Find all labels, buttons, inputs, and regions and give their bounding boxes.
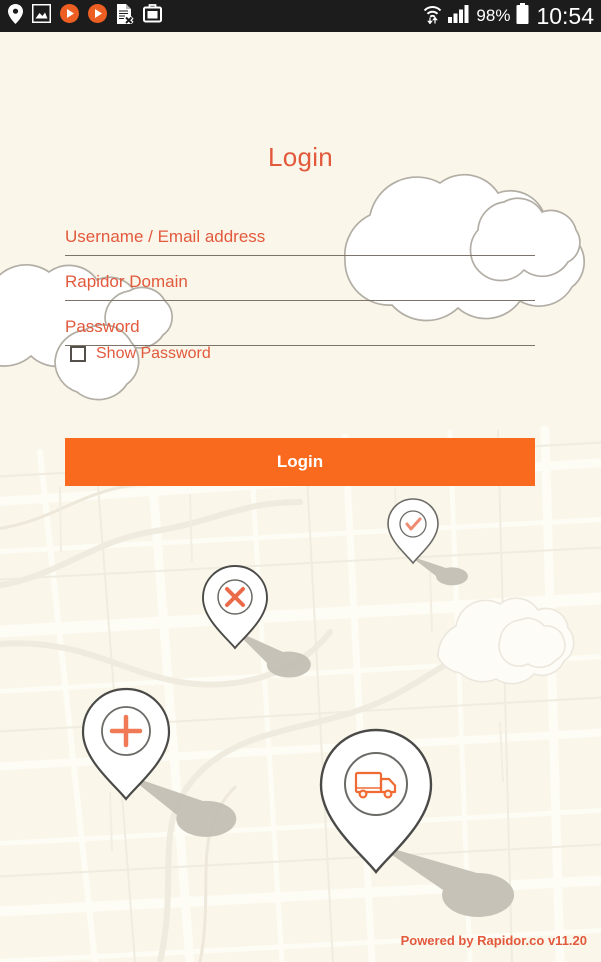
show-password-label: Show Password <box>96 345 211 362</box>
play-circle-icon <box>88 4 107 28</box>
username-input-label: Username / Email address <box>65 227 266 246</box>
play-circle-icon <box>60 4 79 28</box>
clock-label: 10:54 <box>536 2 594 29</box>
briefcase-icon <box>143 4 162 28</box>
field-password[interactable]: Password <box>65 300 535 346</box>
powered-by-label: Powered by Rapidor.co v11.20 <box>400 933 587 948</box>
battery-percent-label: 98% <box>476 6 511 25</box>
page-title: Login <box>267 142 334 172</box>
battery-icon <box>516 3 529 29</box>
field-domain[interactable]: Rapidor Domain <box>65 255 535 301</box>
image-icon <box>31 3 52 28</box>
location-pin-icon <box>8 3 23 29</box>
cellular-signal-icon <box>448 4 470 28</box>
document-error-icon <box>116 3 134 29</box>
status-bar: 98% 10:54 <box>0 0 601 32</box>
login-screen: 98% 10:54 Login Username / Email address… <box>0 0 601 962</box>
show-password-row[interactable]: Show Password <box>70 345 211 363</box>
field-username[interactable]: Username / Email address <box>65 210 535 256</box>
password-input-label: Password <box>65 317 140 336</box>
wifi-transfer-icon <box>423 4 442 29</box>
status-bar-system-icons: 98% 10:54 <box>423 3 601 29</box>
login-button[interactable]: Login <box>65 438 535 486</box>
show-password-checkbox[interactable] <box>70 346 86 362</box>
domain-input-label: Rapidor Domain <box>65 272 188 291</box>
status-bar-notification-icons <box>0 3 162 29</box>
